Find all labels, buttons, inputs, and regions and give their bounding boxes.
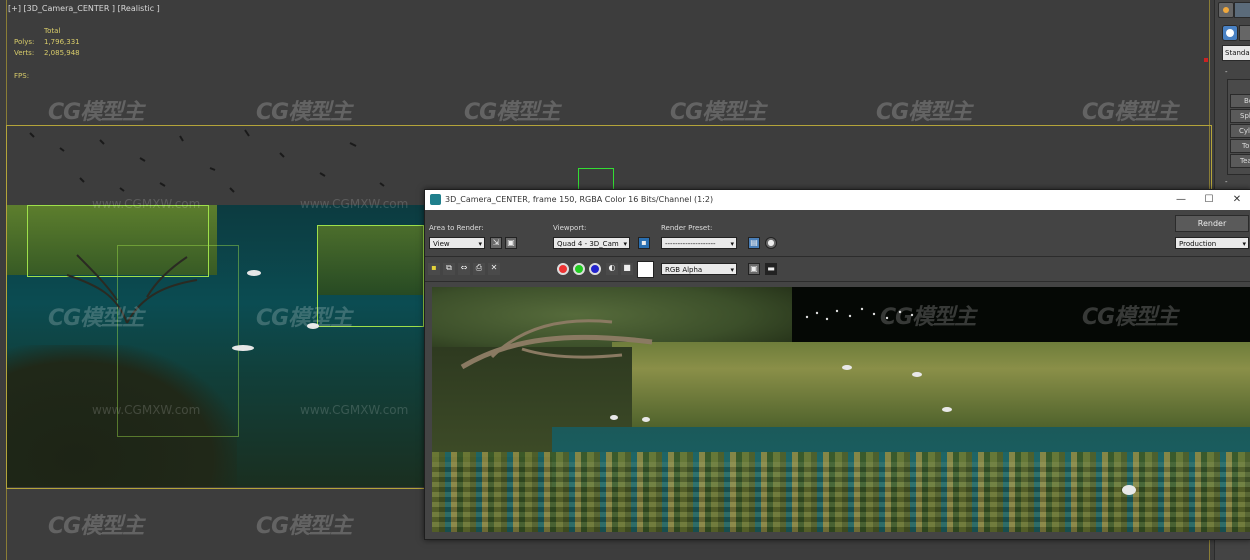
bird	[842, 365, 852, 370]
blue-channel-toggle[interactable]	[589, 263, 601, 275]
auto-region-icon[interactable]: ▣	[505, 237, 517, 249]
toggle-ui-icon[interactable]: ▬	[765, 263, 777, 275]
alpha-channel-icon[interactable]: ◐	[606, 263, 618, 275]
geometry-icon[interactable]	[1222, 25, 1238, 41]
object-type-dropdown[interactable]: Standard	[1222, 45, 1250, 61]
rollout-collapse[interactable]: -	[1225, 178, 1228, 186]
verts-value: 2,085,948	[44, 49, 80, 57]
viewport-label[interactable]: [+] [3D_Camera_CENTER ] [Realistic ]	[8, 4, 160, 13]
render-button[interactable]: Render	[1175, 215, 1249, 232]
chevron-down-icon: ▾	[730, 240, 734, 248]
edit-region-icon[interactable]: ⇲	[490, 237, 502, 249]
display-channel-dropdown[interactable]: RGB Alpha ▾	[661, 263, 737, 275]
display-channel-value: RGB Alpha	[665, 266, 703, 274]
lock-viewport-icon[interactable]: ▪	[638, 237, 650, 249]
minimize-button[interactable]: —	[1167, 192, 1195, 208]
watermark-logo: CG模型主	[48, 514, 144, 539]
chevron-down-icon: ▾	[730, 266, 734, 274]
object-type-value: Standard	[1225, 49, 1250, 57]
watermark-logo: CG模型主	[1082, 100, 1178, 125]
toggle-ui-overlay-icon[interactable]: ▣	[748, 263, 760, 275]
environment-icon[interactable]: ●	[765, 237, 777, 249]
copy-image-icon[interactable]: ⧉	[443, 263, 455, 275]
color-swatch[interactable]	[637, 261, 654, 278]
viewport-value: Quad 4 - 3D_Cam	[557, 240, 619, 248]
watermark-url: www.CGMXW.com	[92, 197, 201, 211]
shapes-icon[interactable]	[1239, 25, 1250, 41]
window-title: 3D_Camera_CENTER, frame 150, RGBA Color …	[445, 195, 714, 204]
viewport-dropdown[interactable]: Quad 4 - 3D_Cam ▾	[553, 237, 630, 249]
rendered-image: CG模型主 CG模型主	[432, 287, 1250, 532]
close-button[interactable]: ✕	[1223, 192, 1250, 208]
clear-icon[interactable]: ✕	[488, 263, 500, 275]
watermark-logo: CG模型主	[876, 100, 972, 125]
watermark-logo: CG模型主	[256, 100, 352, 125]
chevron-down-icon: ▾	[1242, 240, 1246, 248]
swan	[1122, 485, 1136, 495]
viewport-label: Viewport:	[553, 224, 587, 232]
sphere-button[interactable]: Sph	[1230, 109, 1250, 123]
chevron-down-icon: ▾	[623, 240, 627, 248]
watermark-logo: CG模型主	[880, 305, 976, 330]
toolbar-divider	[425, 256, 1250, 257]
render-setup-icon[interactable]: ▤	[748, 237, 760, 249]
pixelated-foreground-overlay	[432, 462, 1250, 532]
watermark-url: www.CGMXW.com	[92, 403, 201, 417]
maximize-button[interactable]: ☐	[1195, 192, 1223, 208]
production-value: Production	[1179, 240, 1217, 248]
red-channel-toggle[interactable]	[557, 263, 569, 275]
verts-label: Verts:	[14, 49, 35, 57]
box-button[interactable]: Bo	[1230, 94, 1250, 108]
viewport-marker	[1204, 58, 1208, 62]
render-preset-value: --------------------	[665, 240, 716, 248]
grass-field	[612, 342, 1250, 432]
swan	[642, 417, 650, 422]
scattered-particles	[29, 129, 385, 193]
print-icon[interactable]: ⎙	[473, 263, 485, 275]
watermark-url: www.CGMXW.com	[300, 197, 409, 211]
torus-button[interactable]: To	[1230, 139, 1250, 153]
watermark-logo: CG模型主	[1082, 305, 1178, 330]
fps-label: FPS:	[14, 72, 30, 80]
viewport-scene	[7, 205, 425, 487]
tree-trunk	[460, 319, 653, 370]
swan	[610, 415, 618, 420]
render-preset-label: Render Preset:	[661, 224, 713, 232]
watermark-logo: CG模型主	[256, 514, 352, 539]
area-to-render-dropdown[interactable]: View ▾	[429, 237, 485, 249]
clone-frame-icon[interactable]: ⇔	[458, 263, 470, 275]
stats-header: Total	[44, 27, 61, 35]
production-dropdown[interactable]: Production ▾	[1175, 237, 1249, 249]
modify-tab-icon[interactable]	[1234, 2, 1250, 18]
save-image-icon[interactable]: ▪	[428, 263, 440, 275]
swan	[247, 270, 261, 276]
bird	[942, 407, 952, 412]
chevron-down-icon: ▾	[478, 240, 482, 248]
watermark-logo: CG模型主	[48, 306, 144, 331]
green-channel-toggle[interactable]	[573, 263, 585, 275]
monochrome-icon[interactable]: ■	[621, 263, 633, 275]
cylinder-button[interactable]: Cyli	[1230, 124, 1250, 138]
3dsmax-app: [+] [3D_Camera_CENTER ] [Realistic ] Tot…	[0, 0, 1250, 560]
3dsmax-app-icon	[430, 194, 441, 205]
rollout-collapse[interactable]: -	[1225, 68, 1228, 76]
watermark-url: www.CGMXW.com	[300, 403, 409, 417]
toolbar-divider	[425, 281, 1250, 282]
rendered-frame-window: 3D_Camera_CENTER, frame 150, RGBA Color …	[424, 189, 1250, 540]
polys-value: 1,796,331	[44, 38, 80, 46]
watermark-logo: CG模型主	[464, 100, 560, 125]
watermark-logo: CG模型主	[670, 100, 766, 125]
area-to-render-label: Area to Render:	[429, 224, 484, 232]
render-preset-dropdown[interactable]: -------------------- ▾	[661, 237, 737, 249]
bird	[912, 372, 922, 377]
watermark-logo: CG模型主	[256, 306, 352, 331]
teapot-button[interactable]: Tea	[1230, 154, 1250, 168]
create-tab-icon[interactable]	[1218, 2, 1234, 18]
swan	[232, 345, 254, 351]
polys-label: Polys:	[14, 38, 35, 46]
viewport-statistics: Total Polys: 1,796,331 Verts: 2,085,948	[14, 26, 80, 59]
window-titlebar[interactable]: 3D_Camera_CENTER, frame 150, RGBA Color …	[425, 190, 1250, 210]
watermark-logo: CG模型主	[48, 100, 144, 125]
area-to-render-value: View	[433, 240, 450, 248]
